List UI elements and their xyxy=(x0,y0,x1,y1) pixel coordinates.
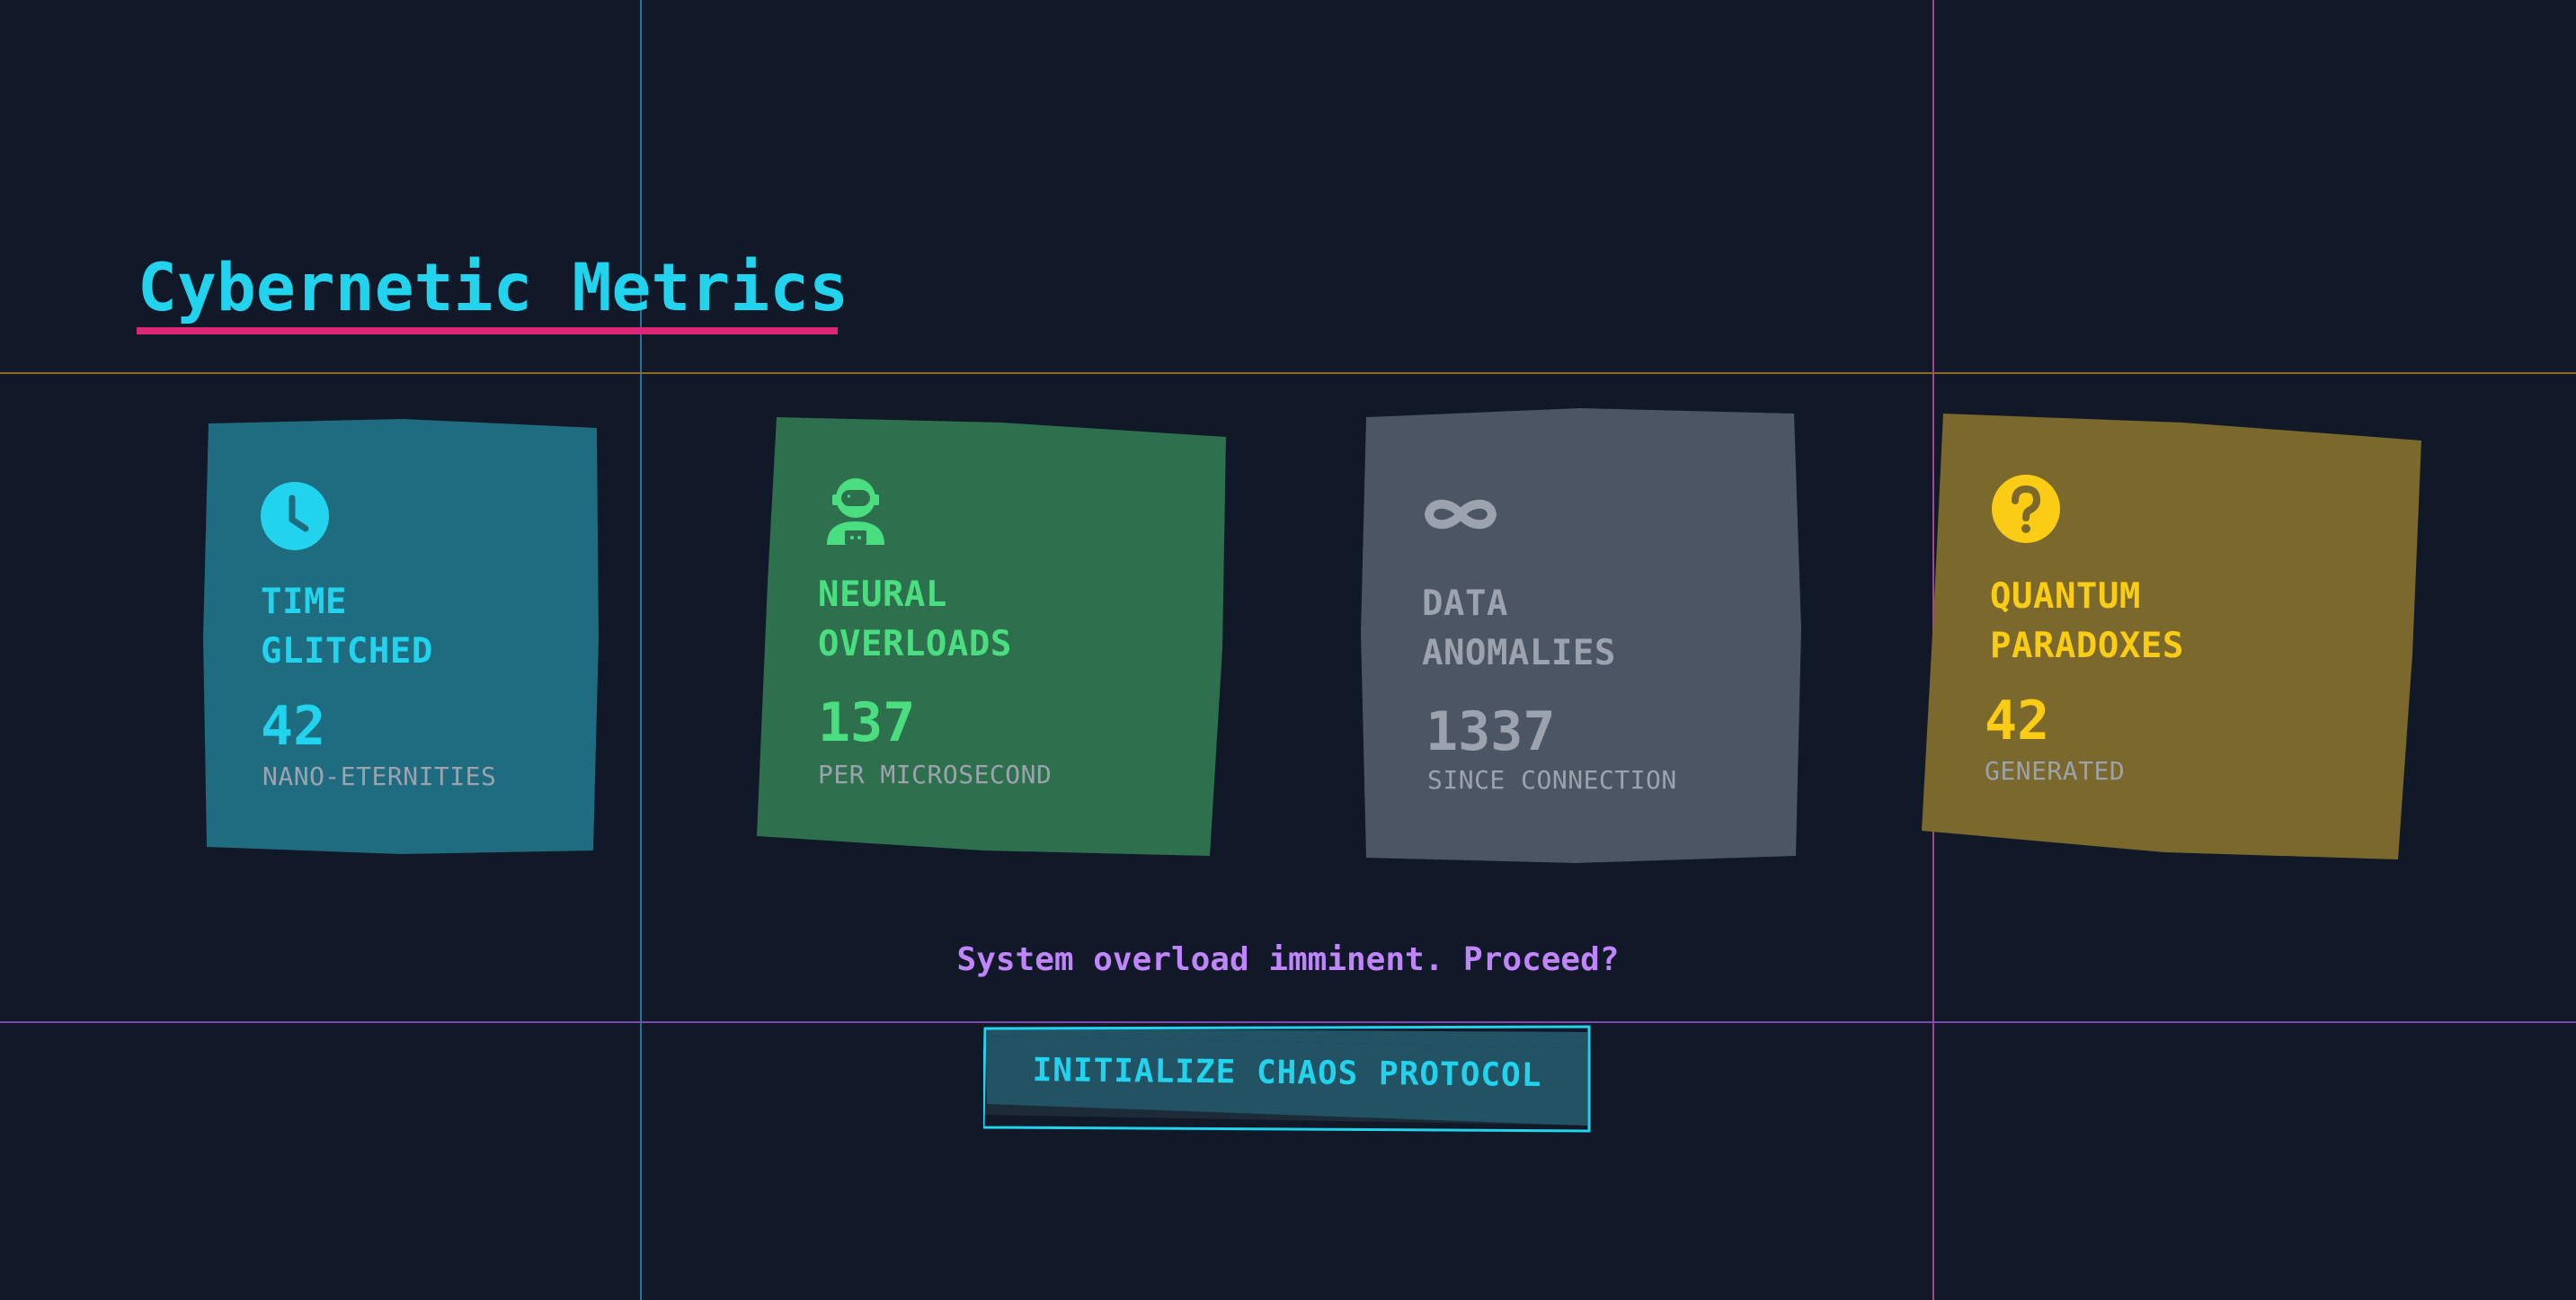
metric-unit: NANO-ETERNITIES xyxy=(262,761,497,791)
button-label: INITIALIZE CHAOS PROTOCOL xyxy=(1032,1052,1542,1094)
metric-label: NEURAL OVERLOADS xyxy=(818,574,1012,664)
metric-value: 42 xyxy=(1985,690,2050,752)
title-underline xyxy=(137,327,838,334)
warning-prompt: System overload imminent. Proceed? xyxy=(956,941,1620,978)
grid-line-horizontal xyxy=(0,1021,2576,1023)
infinity-icon xyxy=(1420,478,1497,550)
metric-card-neural-overloads: NEURAL OVERLOADS 137 PER MICROSECOND xyxy=(757,417,1226,856)
metric-unit: GENERATED xyxy=(1985,756,2126,786)
question-circle-icon xyxy=(1990,473,2062,545)
metric-card-quantum-paradoxes: QUANTUM PARADOXES 42 GENERATED xyxy=(1922,414,2421,859)
metric-card-time-glitched: TIME GLITCHED 42 NANO-ETERNITIES xyxy=(203,419,599,854)
grid-line-vertical xyxy=(640,0,642,1300)
metric-unit: PER MICROSECOND xyxy=(818,760,1053,789)
metric-label: QUANTUM PARADOXES xyxy=(1990,576,2184,666)
grid-line-horizontal xyxy=(0,372,2576,374)
initialize-chaos-protocol-button[interactable]: INITIALIZE CHAOS PROTOCOL xyxy=(983,1025,1591,1133)
metric-value: 1337 xyxy=(1426,700,1556,763)
metric-value: 137 xyxy=(818,691,916,754)
metric-label: DATA ANOMALIES xyxy=(1422,583,1616,673)
metric-value: 42 xyxy=(261,695,326,758)
clock-icon xyxy=(259,480,331,552)
metric-label: TIME GLITCHED xyxy=(261,582,433,672)
astronaut-icon xyxy=(820,473,892,545)
page-title: Cybernetic Metrics xyxy=(138,250,849,326)
metric-unit: SINCE CONNECTION xyxy=(1427,765,1677,795)
metric-card-data-anomalies: DATA ANOMALIES 1337 SINCE CONNECTION xyxy=(1361,408,1801,863)
